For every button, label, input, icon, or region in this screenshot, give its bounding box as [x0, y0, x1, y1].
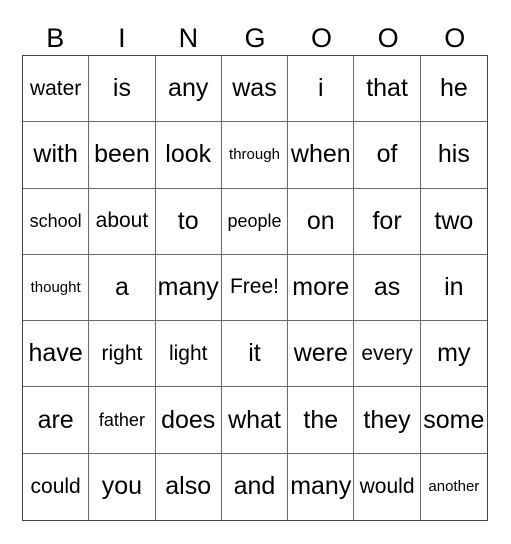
bingo-cell[interactable]: and: [222, 453, 289, 520]
header-letter: N: [178, 23, 199, 53]
bingo-cell[interactable]: any: [155, 56, 222, 123]
bingo-cell[interactable]: many: [288, 453, 355, 520]
bingo-cell[interactable]: light: [155, 321, 222, 388]
bingo-cell[interactable]: are: [23, 387, 90, 454]
bingo-cell[interactable]: also: [156, 453, 222, 520]
bingo-cell[interactable]: he: [420, 56, 487, 123]
bingo-cell[interactable]: his: [420, 122, 487, 189]
bingo-cell[interactable]: father: [89, 387, 156, 454]
bingo-cell[interactable]: what: [221, 387, 289, 454]
bingo-cell[interactable]: right: [89, 321, 156, 388]
bingo-header: B I N G O O O: [22, 22, 488, 54]
bingo-cell[interactable]: school: [23, 188, 90, 255]
bingo-cell[interactable]: when: [288, 122, 355, 189]
bingo-cell[interactable]: thought: [23, 254, 90, 322]
bingo-cell[interactable]: another: [421, 454, 487, 520]
bingo-cell[interactable]: the: [288, 387, 355, 454]
bingo-cell[interactable]: about: [89, 188, 156, 255]
bingo-cell[interactable]: to: [155, 188, 222, 255]
bingo-cell[interactable]: could: [23, 453, 90, 520]
bingo-cell[interactable]: i: [288, 56, 355, 123]
bingo-cell[interactable]: many: [155, 254, 222, 322]
bingo-cell[interactable]: of: [354, 122, 421, 189]
header-letter: O: [311, 23, 333, 53]
bingo-cell[interactable]: is: [89, 56, 156, 123]
bingo-cell[interactable]: through: [221, 122, 289, 189]
bingo-cell[interactable]: would: [354, 453, 421, 520]
bingo-cell[interactable]: that: [354, 56, 421, 123]
bingo-cell[interactable]: every: [354, 321, 421, 388]
bingo-cell[interactable]: was: [221, 56, 289, 123]
free-space-cell[interactable]: Free!: [221, 254, 289, 322]
bingo-cell[interactable]: have: [23, 321, 90, 388]
header-letter: O: [377, 23, 399, 53]
bingo-cell[interactable]: a: [89, 254, 156, 322]
header-letter: O: [444, 23, 466, 53]
bingo-cell[interactable]: in: [420, 255, 487, 322]
bingo-cell[interactable]: water: [23, 56, 90, 123]
bingo-cell[interactable]: as: [354, 254, 421, 322]
bingo-cell[interactable]: they: [354, 387, 421, 454]
bingo-cell[interactable]: my: [420, 321, 487, 388]
bingo-cell[interactable]: you: [89, 453, 156, 520]
bingo-cell[interactable]: two: [420, 189, 487, 255]
bingo-card-grid: water is any was i that he with been look through w…: [22, 55, 488, 521]
bingo-cell[interactable]: it: [221, 321, 289, 388]
bingo-cell[interactable]: on: [288, 188, 355, 255]
bingo-cell[interactable]: with: [23, 122, 90, 189]
bingo-cell[interactable]: people: [221, 188, 289, 255]
bingo-cell[interactable]: look: [155, 122, 222, 189]
bingo-cell[interactable]: more: [288, 254, 355, 322]
header-letter: I: [118, 23, 126, 53]
bingo-cell[interactable]: been: [89, 122, 156, 189]
header-letter: B: [46, 23, 65, 53]
bingo-cell[interactable]: for: [354, 188, 421, 255]
bingo-cell[interactable]: does: [155, 387, 222, 454]
header-letter: G: [244, 23, 266, 53]
bingo-cell[interactable]: were: [288, 321, 355, 388]
bingo-cell[interactable]: some: [420, 387, 487, 454]
